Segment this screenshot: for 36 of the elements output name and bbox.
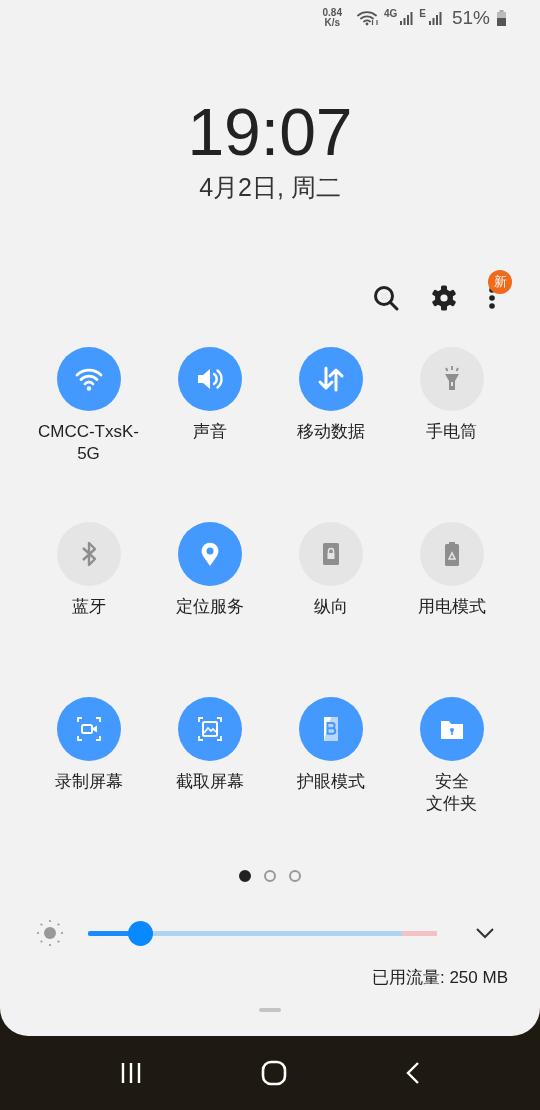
page-indicator-dot[interactable] xyxy=(264,870,276,882)
tile-label: 移动数据 xyxy=(296,421,365,443)
tile-label: 纵向 xyxy=(313,596,348,618)
back-icon[interactable] xyxy=(405,1061,421,1085)
settings-icon[interactable] xyxy=(430,284,458,312)
network-type: 4G xyxy=(383,8,398,19)
chevron-down-icon[interactable] xyxy=(475,927,495,939)
tile-label: 蓝牙 xyxy=(71,596,106,618)
wifi-icon xyxy=(356,10,379,26)
page-indicator-dot[interactable] xyxy=(289,870,301,882)
drag-handle[interactable] xyxy=(259,1008,281,1012)
recent-apps-icon[interactable] xyxy=(119,1061,143,1085)
tile-label: 文件夹 xyxy=(426,793,477,815)
tile-label: 用电模式 xyxy=(417,596,486,618)
battery-icon xyxy=(497,10,506,26)
signal-icon xyxy=(400,11,415,25)
tile-label: 声音 xyxy=(192,421,227,443)
clock-date: 4月2日, 周二 xyxy=(198,172,342,203)
tile-label: 截取屏幕 xyxy=(175,771,244,793)
clock-time: 19:07 xyxy=(186,94,354,170)
network-type: E xyxy=(419,8,426,19)
tile-label: 护眼模式 xyxy=(296,771,365,793)
tile-label: 定位服务 xyxy=(175,596,244,618)
network-speed: 0.84 K/s xyxy=(322,8,342,28)
tile-label: 安全 xyxy=(434,771,469,793)
tile-label: 手电筒 xyxy=(426,421,477,443)
signal-icon xyxy=(428,11,443,25)
tile-label: 录制屏幕 xyxy=(54,771,123,793)
page-indicator-dot[interactable] xyxy=(239,870,251,882)
data-usage-text: 已用流量: 250 MB xyxy=(371,967,508,989)
tile-label: CMCC-TxsK-5G xyxy=(36,421,140,465)
home-icon[interactable] xyxy=(261,1060,287,1086)
search-icon[interactable] xyxy=(372,284,400,312)
battery-percent: 51% xyxy=(451,7,490,29)
new-badge: 新 xyxy=(488,270,512,294)
brightness-icon xyxy=(35,918,65,948)
